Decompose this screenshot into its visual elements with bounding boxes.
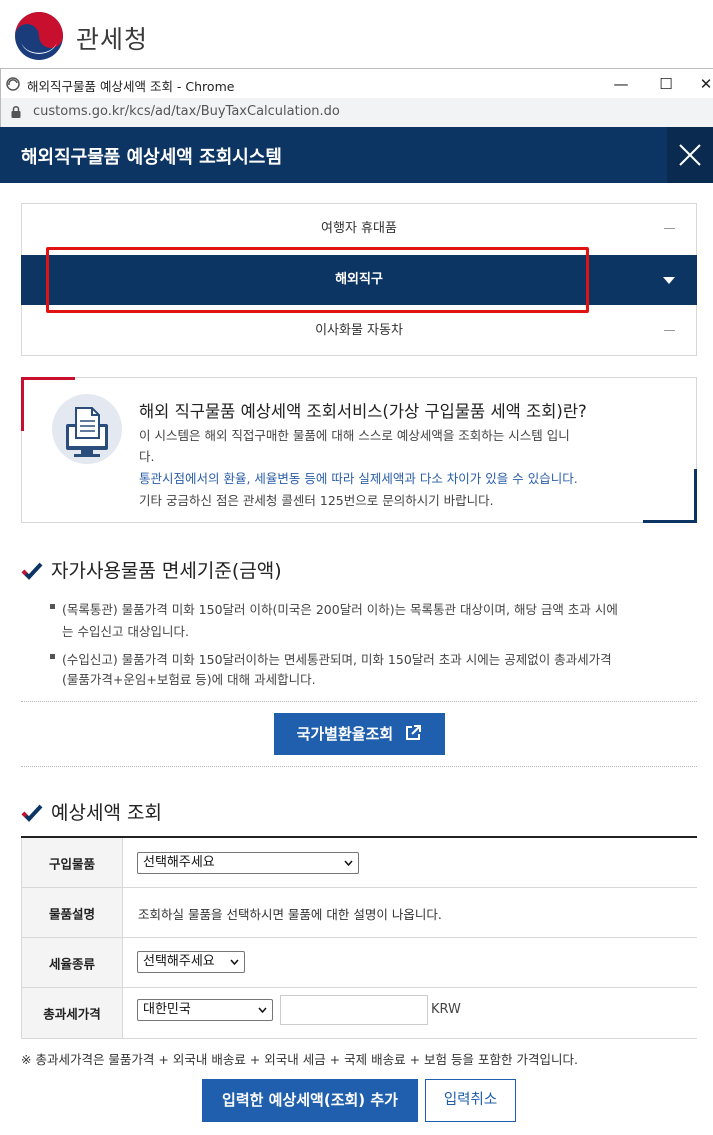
tab-label: 이사화물 자동차 — [315, 323, 403, 338]
minus-icon — [664, 330, 675, 331]
row-label: 물품설명 — [48, 906, 95, 921]
address-bar[interactable]: customs.go.kr/kcs/ad/tax/BuyTaxCalculati… — [0, 98, 713, 127]
app-header: 해외직구물품 예상세액 조회시스템 — [0, 127, 713, 183]
page-url[interactable]: customs.go.kr/kcs/ad/tax/BuyTaxCalculati… — [33, 104, 340, 119]
exemption-section-title: 자가사용물품 면세기준(금액) — [21, 556, 282, 583]
browser-title-bar: 해외직구물품 예상세액 조회 - Chrome — ☐ ✕ — [0, 68, 713, 98]
tab-label: 해외직구 — [335, 272, 383, 287]
org-logo-text: 관세청 — [76, 25, 149, 54]
row-value-cell: 선택해주세요 — [123, 838, 697, 887]
chevron-down-icon — [230, 959, 239, 965]
caret-down-icon — [663, 277, 675, 284]
select-value: 대한민국 — [143, 1002, 191, 1017]
browser-window-title: 해외직구물품 예상세액 조회 - Chrome — [27, 79, 235, 94]
row-label: 세율종류 — [48, 956, 95, 971]
org-logo-bar: 관세청 — [0, 0, 713, 68]
external-link-icon — [406, 725, 422, 740]
item-description-text: 조회하실 물품을 선택하시면 물품에 대한 설명이 나옵니다. — [138, 907, 442, 922]
exemption-rule-text: 는 수입신고 대상입니다. — [62, 624, 189, 639]
button-label: 입력취소 — [443, 1092, 498, 1108]
info-text: 기타 궁금하신 점은 관세청 콜센터 125번으로 문의하시기 바랍니다. — [139, 493, 494, 508]
row-label: 구입물품 — [48, 856, 95, 871]
tab-moving-goods-vehicle[interactable]: 이사화물 자동차 — [22, 306, 696, 356]
form-row-tax-rate: 세율종류 선택해주세요 — [21, 938, 697, 988]
section-heading: 자가사용물품 면세기준(금액) — [51, 560, 282, 582]
site-favicon-icon — [6, 77, 20, 91]
info-text: 다. — [139, 449, 155, 464]
tab-label: 여행자 휴대품 — [321, 221, 397, 236]
info-title: 해외 직구물품 예상세액 조회서비스(가상 구입물품 세액 조회)란? — [139, 402, 587, 421]
bullet-icon — [50, 604, 55, 609]
estimate-form-table: 구입물품 선택해주세요 물품설명 조회하실 물품을 선택하시면 물품에 대한 설… — [21, 836, 697, 1039]
row-label: 총과세가격 — [43, 1006, 101, 1022]
tab-traveler-goods[interactable]: 여행자 휴대품 — [22, 204, 696, 254]
category-accordion: 여행자 휴대품 해외직구 이사화물 자동차 — [21, 203, 697, 356]
item-select[interactable]: 선택해주세요 — [137, 852, 359, 874]
add-estimate-button[interactable]: 입력한 예상세액(조회) 추가 — [202, 1079, 418, 1122]
divider — [21, 766, 697, 767]
checkmark-icon — [21, 804, 43, 822]
corner-accent — [21, 377, 75, 380]
form-row-description: 물품설명 조회하실 물품을 선택하시면 물품에 대한 설명이 나옵니다. — [21, 888, 697, 938]
divider — [21, 701, 697, 702]
estimate-section-title: 예상세액 조회 — [21, 798, 162, 825]
window-close-button[interactable]: ✕ — [695, 73, 713, 95]
button-label: 입력한 예상세액(조회) 추가 — [222, 1091, 398, 1109]
button-label: 국가별환율조회 — [296, 725, 394, 743]
exemption-rule-text: (목록통관) 물품가격 미화 150달러 이하(미국은 200달러 이하)는 목… — [62, 602, 618, 617]
chevron-down-icon — [344, 860, 353, 866]
info-notice-text: 통관시점에서의 환율, 세율변동 등에 따라 실제세액과 다소 차이가 있을 수… — [139, 471, 578, 486]
bullet-icon — [50, 654, 55, 659]
cancel-input-button[interactable]: 입력취소 — [425, 1079, 516, 1122]
row-label-cell: 구입물품 — [21, 838, 123, 887]
page-title: 해외직구물품 예상세액 조회시스템 — [21, 147, 282, 168]
chevron-down-icon — [258, 1007, 267, 1013]
maximize-button[interactable]: ☐ — [655, 73, 677, 95]
row-value-cell: 선택해주세요 — [123, 938, 697, 987]
exemption-rule-text: (수입신고) 물품가격 미화 150달러이하는 면세통관되며, 미화 150달러… — [62, 652, 612, 667]
exemption-rule-text: (물품가격+운임+보험료 등)에 대해 과세합니다. — [62, 672, 316, 687]
row-label-cell: 물품설명 — [21, 888, 123, 937]
corner-accent — [21, 377, 24, 431]
minimize-button[interactable]: — — [610, 73, 632, 95]
minus-icon — [664, 228, 675, 229]
lock-icon — [11, 105, 21, 118]
close-popup-button[interactable] — [667, 127, 713, 183]
select-value: 선택해주세요 — [143, 954, 215, 969]
row-value-cell: 조회하실 물품을 선택하시면 물품에 대한 설명이 나옵니다. — [123, 888, 697, 937]
checkmark-icon — [21, 562, 43, 580]
section-heading: 예상세액 조회 — [51, 802, 162, 824]
corner-accent — [643, 520, 697, 523]
tab-overseas-direct-purchase[interactable]: 해외직구 — [21, 255, 697, 305]
country-select[interactable]: 대한민국 — [137, 999, 273, 1021]
taxable-amount-input[interactable] — [280, 995, 428, 1025]
corner-accent — [694, 469, 697, 523]
row-value-cell: 대한민국 KRW — [123, 988, 697, 1038]
row-label-cell: 세율종류 — [21, 938, 123, 987]
government-taegeuk-logo-icon — [15, 12, 63, 60]
row-label-cell: 총과세가격 — [21, 988, 123, 1038]
close-icon — [679, 144, 701, 166]
form-row-taxable-value: 총과세가격 대한민국 KRW — [21, 988, 697, 1039]
computer-document-icon — [52, 394, 122, 464]
select-value: 선택해주세요 — [143, 855, 215, 870]
info-text: 이 시스템은 해외 직접구매한 물품에 대해 스스로 예상세액을 조회하는 시스… — [139, 428, 570, 443]
form-row-item: 구입물품 선택해주세요 — [21, 838, 697, 888]
currency-unit: KRW — [431, 1002, 461, 1017]
tax-rate-select[interactable]: 선택해주세요 — [137, 951, 245, 973]
taxable-value-note: ※ 총과세가격은 물품가격 + 외국내 배송료 + 외국내 세금 + 국제 배송… — [21, 1052, 578, 1067]
service-info-box: 해외 직구물품 예상세액 조회서비스(가상 구입물품 세액 조회)란? 이 시스… — [21, 377, 697, 523]
exchange-rate-button[interactable]: 국가별환율조회 — [274, 713, 445, 755]
